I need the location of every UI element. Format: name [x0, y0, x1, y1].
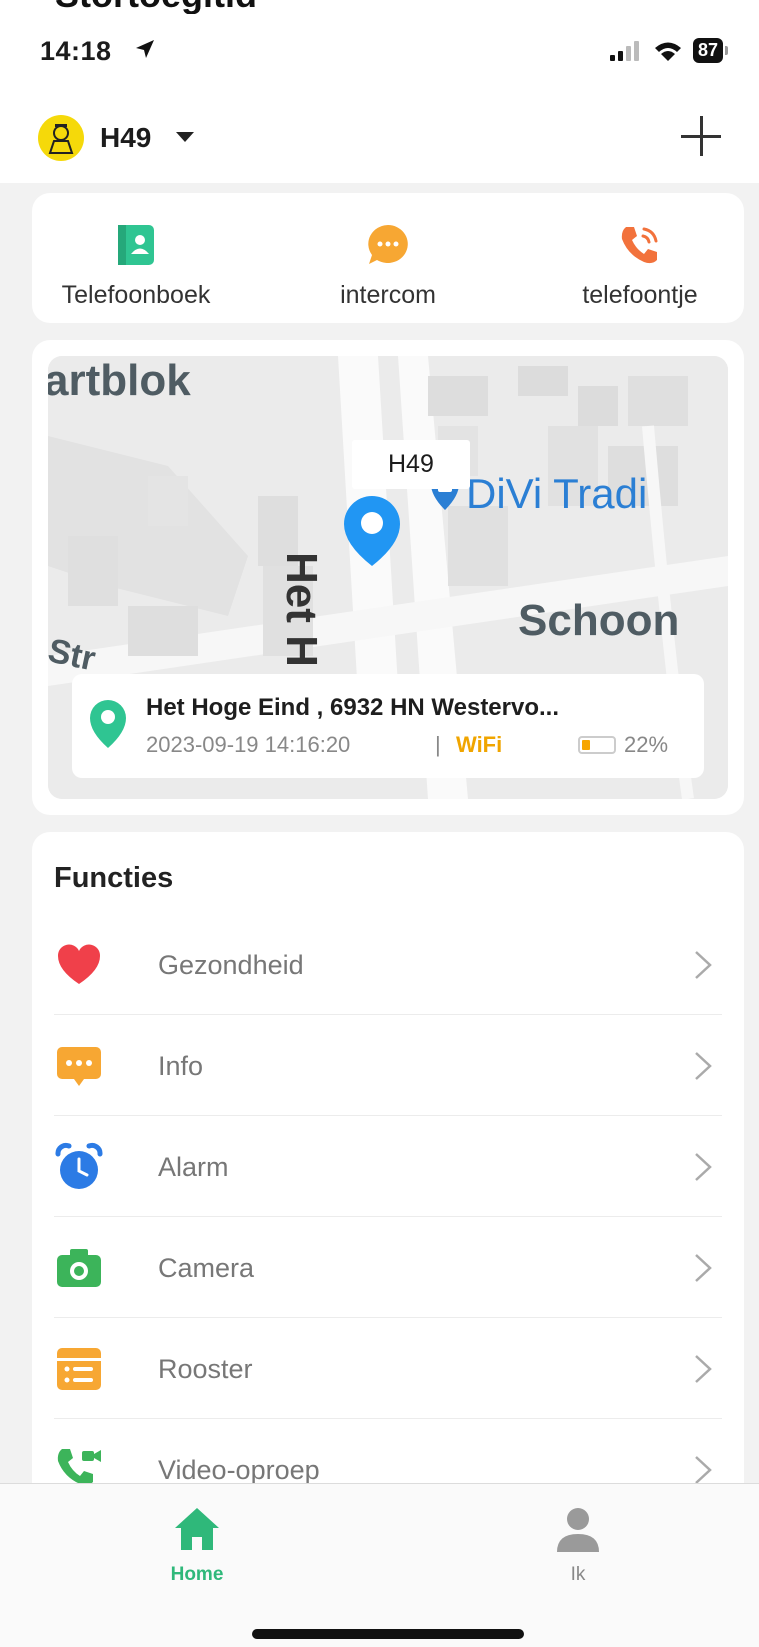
functions-title: Functies — [54, 862, 174, 894]
function-item-alarm[interactable]: Alarm — [54, 1116, 722, 1217]
connection-type: WiFi — [456, 732, 503, 757]
location-address: Het Hoge Eind , 6932 HN Westervo... — [146, 694, 560, 721]
location-card: artblok DiVi Tradi Het H Schoon Str L H4… — [32, 340, 744, 815]
map-label-school: Schoon — [518, 596, 680, 645]
quick-action-intercom[interactable]: intercom — [288, 221, 488, 310]
map-label-street: Het H — [277, 552, 326, 667]
quick-action-label: telefoontje — [582, 281, 698, 309]
app-header: H49 — [0, 100, 759, 180]
info-separator: | — [435, 732, 441, 757]
add-device-button[interactable] — [679, 114, 723, 158]
function-label: Alarm — [158, 1152, 229, 1182]
device-location-pin-icon[interactable] — [342, 494, 402, 568]
function-item-schedule[interactable]: Rooster — [54, 1318, 722, 1419]
status-bar: 14:18 87 — [0, 30, 759, 74]
heart-icon — [57, 944, 101, 984]
functions-card: Functies Gezondheid Info Alarm Camera Ro… — [32, 832, 744, 1512]
tab-me-label: Ik — [570, 1564, 586, 1585]
location-marker-icon — [90, 700, 126, 748]
message-icon — [57, 1047, 101, 1086]
map-view[interactable]: artblok DiVi Tradi Het H Schoon Str L H4… — [48, 356, 728, 799]
chat-bubble-icon — [368, 225, 408, 264]
schedule-icon — [57, 1348, 101, 1390]
battery-icon — [578, 736, 616, 754]
function-label: Video-oproep — [158, 1455, 320, 1485]
signal-icon — [609, 40, 639, 61]
top-partial-text: Stortoegitid — [55, 0, 315, 14]
alarm-clock-icon — [55, 1142, 103, 1189]
bottom-tab-bar: Home Ik — [0, 1483, 759, 1647]
function-item-camera[interactable]: Camera — [54, 1217, 722, 1318]
tab-home-label: Home — [170, 1564, 224, 1585]
camera-icon — [57, 1249, 101, 1287]
chevron-right-icon — [695, 1254, 712, 1282]
phone-call-icon — [621, 227, 658, 264]
quick-action-label: intercom — [340, 281, 436, 309]
device-selector[interactable]: H49 — [100, 122, 151, 154]
map-label-shop: DiVi Tradi — [466, 470, 648, 517]
battery-percent: 22% — [624, 732, 669, 757]
map-label-block: artblok — [48, 356, 191, 405]
chevron-down-icon[interactable] — [176, 132, 194, 142]
location-arrow-icon — [136, 40, 154, 58]
battery-indicator: 87 — [692, 38, 729, 63]
quick-actions-card: Telefoonboek intercom telefoontje — [32, 193, 744, 323]
device-map-tag: H49 — [352, 440, 470, 489]
chevron-right-icon — [695, 1052, 712, 1080]
tab-me[interactable]: Ik — [518, 1504, 638, 1586]
status-time: 14:18 — [40, 36, 112, 66]
quick-action-call[interactable]: telefoontje — [540, 221, 740, 310]
home-icon — [175, 1508, 219, 1550]
chevron-right-icon — [695, 1456, 712, 1484]
chevron-right-icon — [695, 951, 712, 979]
function-label: Info — [158, 1051, 204, 1081]
device-battery: 22% — [578, 732, 668, 758]
function-label: Gezondheid — [158, 950, 304, 980]
wifi-icon — [654, 42, 681, 61]
contacts-book-icon — [118, 225, 154, 265]
user-icon — [557, 1508, 599, 1552]
user-avatar-icon[interactable] — [38, 115, 84, 161]
quick-action-phonebook[interactable]: Telefoonboek — [36, 221, 236, 310]
location-timestamp: 2023-09-19 14:16:20 — [146, 732, 351, 757]
quick-action-label: Telefoonboek — [61, 281, 211, 309]
function-label: Rooster — [158, 1354, 253, 1384]
chevron-right-icon — [695, 1355, 712, 1383]
location-info-box[interactable]: Het Hoge Eind , 6932 HN Westervo... 2023… — [72, 674, 704, 778]
function-item-info[interactable]: Info — [54, 1015, 722, 1116]
function-label: Camera — [158, 1253, 255, 1283]
home-indicator — [252, 1629, 524, 1639]
tab-home[interactable]: Home — [137, 1504, 257, 1586]
chevron-right-icon — [695, 1153, 712, 1181]
function-item-health[interactable]: Gezondheid — [54, 914, 722, 1015]
